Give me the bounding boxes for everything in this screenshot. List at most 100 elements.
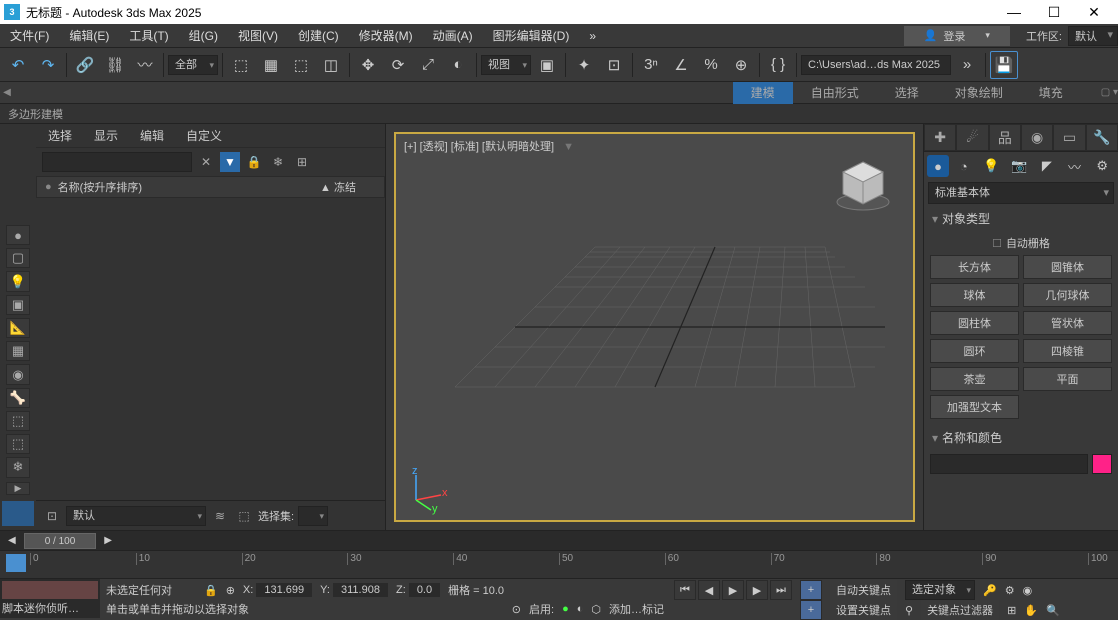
named-sel-button[interactable]: { }: [764, 51, 792, 79]
scene-add-icon[interactable]: ⊞: [292, 152, 312, 172]
scene-header[interactable]: ● 名称(按升序排序) ▲ 冻结: [36, 176, 385, 198]
next-frame[interactable]: ▶: [746, 580, 768, 600]
ribbon-tab-objpaint[interactable]: 对象绘制: [937, 82, 1021, 104]
keyfilter-btn[interactable]: 关键点过滤器: [921, 600, 999, 620]
ltool-misc3[interactable]: ❄: [6, 457, 30, 477]
move-button[interactable]: ✥: [354, 51, 382, 79]
menu-view[interactable]: 视图(V): [228, 24, 288, 48]
minimize-button[interactable]: —: [994, 0, 1034, 24]
scene-lock-icon[interactable]: 🔒: [244, 152, 264, 172]
btn-tube[interactable]: 管状体: [1023, 311, 1112, 335]
btn-cone[interactable]: 圆锥体: [1023, 255, 1112, 279]
spinner-snap-button[interactable]: ⊕: [727, 51, 755, 79]
scene-btn1[interactable]: ≋: [210, 506, 230, 526]
autogrid-check[interactable]: ☐ 自动栅格: [924, 231, 1118, 255]
menu-anim[interactable]: 动画(A): [423, 24, 483, 48]
bind-button[interactable]: 〰: [131, 51, 159, 79]
ribbon-tab-freeform[interactable]: 自由形式: [793, 82, 877, 104]
cmdtab-hierarchy[interactable]: 品: [989, 124, 1021, 151]
cat-shape[interactable]: ◔: [950, 159, 978, 174]
ribbon-arrow[interactable]: ◀: [0, 84, 14, 102]
add-marker[interactable]: 添加…标记: [609, 601, 664, 617]
ltool-camera[interactable]: ▣: [6, 295, 30, 315]
play-button[interactable]: ▶: [722, 580, 744, 600]
cmdtab-modify[interactable]: ☄: [956, 124, 988, 151]
close-button[interactable]: ✕: [1074, 0, 1114, 24]
time-slider[interactable]: ◀ 0 / 100 ▶: [0, 530, 1118, 550]
nav-icon2[interactable]: ✋: [1024, 604, 1038, 617]
ltool-bone[interactable]: 🦴: [6, 388, 30, 408]
redo-button[interactable]: ↷: [34, 51, 62, 79]
cat-camera[interactable]: 📷: [1005, 158, 1033, 174]
link-button[interactable]: 🔗: [71, 51, 99, 79]
workspace-select[interactable]: 默认: [1068, 26, 1118, 46]
percent-snap-button[interactable]: %: [697, 51, 725, 79]
btn-teapot[interactable]: 茶壶: [930, 367, 1019, 391]
rotate-button[interactable]: ⟳: [384, 51, 412, 79]
time-ruler[interactable]: 0102030405060708090100: [0, 550, 1118, 578]
scene-freeze-icon[interactable]: ❄: [268, 152, 288, 172]
btn-textplus[interactable]: 加强型文本: [930, 395, 1019, 419]
scene-selset[interactable]: [298, 506, 328, 526]
btn-cylinder[interactable]: 圆柱体: [930, 311, 1019, 335]
obj-color-swatch[interactable]: [1092, 454, 1112, 474]
select-window-button[interactable]: ◫: [317, 51, 345, 79]
ribbon-tab-model[interactable]: 建模: [733, 82, 793, 104]
geom-category-select[interactable]: 标准基本体: [928, 182, 1114, 204]
key-icon3[interactable]: ◉: [1023, 584, 1033, 597]
btn-sphere[interactable]: 球体: [930, 283, 1019, 307]
scene-filter-icon[interactable]: ▼: [220, 152, 240, 172]
viewcube[interactable]: [833, 154, 893, 214]
btn-torus[interactable]: 圆环: [930, 339, 1019, 363]
cat-geom[interactable]: ●: [927, 155, 949, 177]
scene-tab-display[interactable]: 显示: [90, 125, 122, 146]
menu-modifier[interactable]: 修改器(M): [349, 24, 423, 48]
ltool-sphere[interactable]: ●: [6, 225, 30, 245]
scene-layer-icon[interactable]: ⊡: [42, 506, 62, 526]
rollout-objtype[interactable]: 对象类型: [924, 206, 1118, 231]
ribbon-tab-fill[interactable]: 填充: [1021, 82, 1081, 104]
cat-spacewarp[interactable]: 〰: [1061, 157, 1089, 176]
menu-group[interactable]: 组(G): [179, 24, 228, 48]
time-handle[interactable]: 0 / 100: [24, 533, 97, 549]
filter-icon[interactable]: ▼: [563, 141, 574, 153]
filter-select[interactable]: 全部: [168, 55, 218, 75]
ltool-box[interactable]: ▢: [6, 248, 30, 268]
btn-geosphere[interactable]: 几何球体: [1023, 283, 1112, 307]
btn-plane[interactable]: 平面: [1023, 367, 1112, 391]
script-listener[interactable]: 脚本迷你侦听…: [0, 579, 100, 618]
select-name-button[interactable]: ▦: [257, 51, 285, 79]
cat-helper[interactable]: ◤: [1033, 158, 1061, 174]
viewport[interactable]: [+] [透视] [标准] [默认明暗处理] ▼ z: [386, 124, 923, 530]
key-icon2[interactable]: ⚙: [1005, 584, 1015, 597]
ltool-light[interactable]: 💡: [6, 271, 30, 291]
viewport-label[interactable]: [+] [透视] [标准] [默认明暗处理] ▼: [404, 138, 574, 154]
ltool-expand[interactable]: ▶: [6, 482, 30, 496]
toolbar-more[interactable]: »: [953, 51, 981, 79]
save-button[interactable]: 💾: [990, 51, 1018, 79]
select-rect-button[interactable]: ⬚: [287, 51, 315, 79]
angle-snap-button[interactable]: ∠: [667, 51, 695, 79]
manip-button[interactable]: ✦: [570, 51, 598, 79]
scale-button[interactable]: ⤢: [414, 51, 442, 79]
scene-clear-icon[interactable]: ✕: [196, 152, 216, 172]
tag-icon[interactable]: ⊙: [512, 603, 521, 616]
path-box[interactable]: C:\Users\ad…ds Max 2025 ▾: [801, 55, 951, 75]
keymode-button[interactable]: ⊡: [600, 51, 628, 79]
menu-file[interactable]: 文件(F): [0, 24, 59, 48]
menu-create[interactable]: 创建(C): [288, 24, 349, 48]
nav-icon3[interactable]: 🔍: [1046, 604, 1060, 617]
ltool-sys[interactable]: ◉: [6, 364, 30, 384]
autokey-btn[interactable]: 自动关键点: [830, 580, 897, 600]
cmdtab-display[interactable]: ▭: [1053, 124, 1085, 151]
place-button[interactable]: ◐: [444, 51, 472, 79]
ribbon-tab-select[interactable]: 选择: [877, 82, 937, 104]
frame-marker[interactable]: [6, 554, 26, 572]
cat-system[interactable]: ⚙: [1088, 158, 1116, 174]
unlink-button[interactable]: ⛓: [101, 51, 129, 79]
undo-button[interactable]: ↶: [4, 51, 32, 79]
scene-btn2[interactable]: ⬚: [234, 506, 254, 526]
goto-start[interactable]: ⏮: [674, 580, 696, 600]
key-icon1[interactable]: 🔑: [983, 584, 997, 597]
menu-graph[interactable]: 图形编辑器(D): [483, 24, 580, 48]
